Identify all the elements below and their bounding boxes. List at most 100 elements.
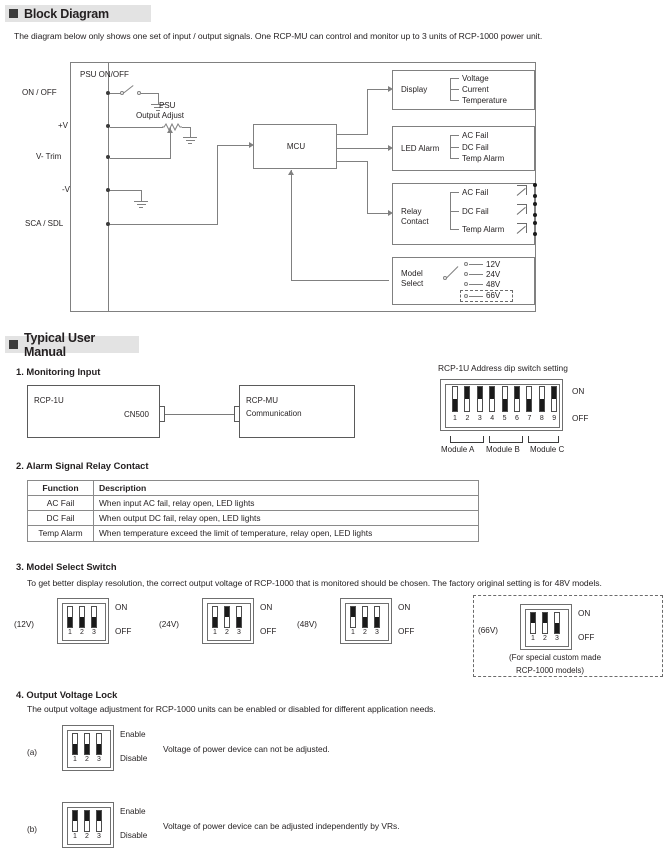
address-dip-switch-knob-4 — [490, 387, 495, 399]
psu-on-off-label: PSU ON/OFF — [80, 70, 129, 79]
step3-title: 3. Model Select Switch — [16, 561, 117, 572]
potentiometer-icon — [162, 122, 182, 132]
alarm-relay-table: Function Description AC Fail When input … — [27, 479, 479, 542]
mcu-out-display-stub — [337, 134, 368, 135]
mcu-bottom-input-arrow — [288, 170, 294, 175]
model-select-dip-48V-knob-2 — [363, 617, 367, 627]
address-dip-switch-number-5: 5 — [502, 415, 507, 422]
address-dip-switch-2[interactable] — [464, 386, 471, 412]
model-select-dip-66V-1[interactable] — [530, 612, 536, 634]
address-dip-switch-knob-9 — [552, 387, 557, 399]
model-select-lead-48v — [469, 284, 483, 285]
voltage-lock-disable-label-a: Disable — [120, 754, 148, 763]
model-select-dip-12V-3[interactable] — [91, 606, 97, 628]
model-select-dip-66V-2[interactable] — [542, 612, 548, 634]
address-dip-switch-7[interactable] — [526, 386, 533, 412]
voltage-lock-dip-b-2[interactable] — [84, 810, 90, 832]
model-select-dip-66V-knob-3 — [555, 623, 559, 633]
ledalarm-bracket-h1 — [450, 135, 459, 136]
model-select-voltage-label-48V: (48V) — [297, 620, 318, 629]
address-dip-switch-knob-6 — [515, 387, 519, 399]
model-select-dip-48V-3[interactable] — [374, 606, 380, 628]
model-select-dip-48V-2[interactable] — [362, 606, 368, 628]
cell-description-dc-fail: When output DC fail, relay open, LED lig… — [93, 510, 479, 527]
table-row: DC Fail When output DC fail, relay open,… — [27, 510, 479, 527]
voltage-lock-dip-b-1[interactable] — [72, 810, 78, 832]
model-select-option-12v: 12V — [486, 260, 501, 269]
model-select-dip-12V-2[interactable] — [79, 606, 85, 628]
model-select-dip-66V-3[interactable] — [554, 612, 560, 634]
signal-label-minus-v: -V — [62, 185, 70, 194]
signal-label-v-trim: V- Trim — [36, 152, 62, 161]
address-dip-switch-8[interactable] — [538, 386, 545, 412]
sca-sdl-to-mcu — [217, 145, 250, 146]
address-dip-switch-9[interactable] — [551, 386, 558, 412]
model-select-dip-24V-2[interactable] — [224, 606, 230, 628]
model-select-dip-12V-1[interactable] — [67, 606, 73, 628]
address-dip-switch-number-8: 8 — [539, 415, 544, 422]
relay-item-ac-fail: AC Fail — [462, 188, 489, 197]
model-select-dip-24V-number-1: 1 — [213, 629, 217, 636]
bullet-square-icon — [9, 9, 18, 18]
datasheet-page: Block Diagram The diagram below only sho… — [0, 0, 670, 861]
voltage-lock-dip-b-3[interactable] — [96, 810, 102, 832]
address-on-label: ON — [572, 387, 585, 396]
module-b-label: Module B — [486, 445, 520, 454]
voltage-lock-dip-a-number-2: 2 — [85, 756, 89, 763]
voltage-lock-marker-a: (a) — [27, 748, 38, 757]
module-a-label: Module A — [441, 445, 475, 454]
plus-v-to-pot-line — [110, 127, 163, 128]
model-select-dip-24V-3[interactable] — [236, 606, 242, 628]
model-select-option-24v: 24V — [486, 270, 501, 279]
relay-block-label-line2: Contact — [401, 217, 429, 226]
voltage-lock-dip-b-knob-2 — [85, 811, 89, 821]
address-dip-switch-4[interactable] — [489, 386, 496, 412]
relay-bracket-h1 — [450, 192, 459, 193]
address-dip-switch-knob-5 — [502, 399, 507, 411]
relay-item-dc-fail: DC Fail — [462, 207, 489, 216]
user-manual-section-header: Typical User Manual — [5, 331, 139, 359]
ledalarm-item-temp-alarm: Temp Alarm — [462, 154, 505, 163]
minus-v-line — [110, 190, 142, 191]
step1-title: 1. Monitoring Input — [16, 366, 101, 377]
address-dip-switch-3[interactable] — [476, 386, 483, 412]
address-dip-switch-1[interactable] — [452, 386, 458, 412]
voltage-lock-dip-a-knob-1 — [73, 744, 77, 754]
address-dip-switch-number-1: 1 — [453, 415, 457, 422]
block-diagram-title: Block Diagram — [24, 6, 109, 21]
address-off-label: OFF — [572, 414, 589, 423]
ledalarm-item-ac-fail: AC Fail — [462, 131, 489, 140]
model-select-dip-24V-number-3: 3 — [237, 629, 241, 636]
cn500-cable — [165, 414, 239, 415]
voltage-lock-dip-a-1[interactable] — [72, 733, 78, 755]
voltage-lock-dip-a-number-1: 1 — [73, 756, 77, 763]
module-c-label: Module C — [530, 445, 565, 454]
model-select-dip-48V-1[interactable] — [350, 606, 356, 628]
model-select-dip-12V-knob-2 — [80, 617, 84, 627]
display-item-temperature: Temperature — [462, 96, 507, 105]
model-select-dip-66V-knob-2 — [543, 613, 547, 623]
psu-switch-lead-right — [141, 93, 159, 94]
block-diagram-section-header: Block Diagram — [5, 5, 151, 22]
voltage-lock-dip-a-2[interactable] — [84, 733, 90, 755]
model-select-dip-24V-1[interactable] — [212, 606, 218, 628]
display-item-voltage: Voltage — [462, 74, 489, 83]
model-select-dip-48V-number-1: 1 — [351, 629, 355, 636]
model-select-label-line2: Select — [401, 279, 424, 288]
custom-note-line2: RCP-1000 models) — [516, 666, 585, 675]
address-dip-switch-6[interactable] — [514, 386, 520, 412]
voltage-lock-dip-a-3[interactable] — [96, 733, 102, 755]
cell-description-ac-fail: When input AC fail, relay open, LED ligh… — [93, 495, 479, 512]
model-select-off-label-48V: OFF — [398, 627, 415, 636]
cell-function-temp-alarm: Temp Alarm — [27, 525, 94, 542]
voltage-lock-description-a: Voltage of power device can not be adjus… — [163, 744, 330, 754]
address-dip-switch-5[interactable] — [501, 386, 508, 412]
model-select-voltage-label-66V: (66V) — [478, 626, 499, 635]
cell-description-temp-alarm: When temperature exceed the limit of tem… — [93, 525, 479, 542]
model-select-dip-24V-knob-2 — [225, 607, 229, 617]
rcp-mu-communication-label: Communication — [246, 409, 302, 418]
model-select-dip-12V-number-2: 2 — [80, 629, 84, 636]
mcu-label: MCU — [286, 142, 306, 151]
th-function: Function — [27, 479, 94, 497]
signal-bus-line — [108, 62, 109, 312]
